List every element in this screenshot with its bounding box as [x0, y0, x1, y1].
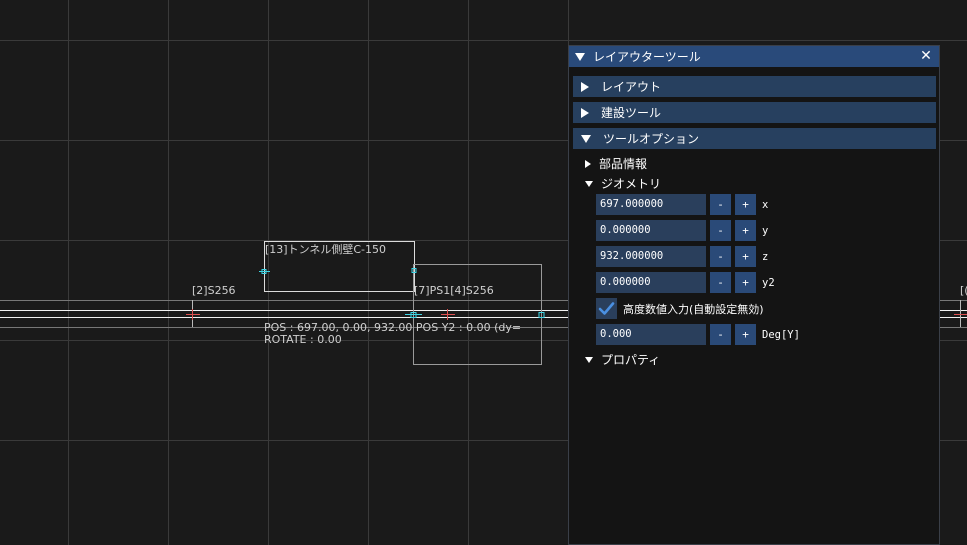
- track-label-mid: [7]PS1[4]S256: [414, 284, 494, 297]
- y2-axis-label: y2: [762, 276, 775, 289]
- y2-increment-button[interactable]: +: [735, 272, 756, 293]
- section-build-tools[interactable]: 建設ツール: [573, 102, 936, 123]
- rotation-axis-label: Deg[Y]: [762, 328, 800, 341]
- track-label-right: [(: [960, 284, 967, 297]
- rotate-readout: ROTATE : 0.00: [264, 333, 342, 346]
- z-decrement-button[interactable]: -: [710, 246, 731, 267]
- y2-decrement-button[interactable]: -: [710, 272, 731, 293]
- expand-triangle-icon: [581, 81, 589, 92]
- expand-triangle-icon: [585, 159, 591, 168]
- geometry-rotation-row: 0.000 - + Deg[Y]: [596, 324, 800, 345]
- section-build-tools-label: 建設ツール: [601, 106, 662, 120]
- y2-input[interactable]: 0.000000: [596, 272, 706, 293]
- rotation-increment-button[interactable]: +: [735, 324, 756, 345]
- tunnel-wall-label: [13]トンネル側壁C-150: [265, 243, 387, 256]
- layouter-tool-panel: レイアウターツール ✕ レイアウト 建設ツール ツールオプション 部品情報 ジオ…: [568, 45, 940, 545]
- panel-title: レイアウターツール: [593, 50, 701, 64]
- x-input[interactable]: 697.000000: [596, 194, 706, 215]
- tree-properties-label: プロパティ: [601, 353, 661, 367]
- geometry-y2-row: 0.000000 - + y2: [596, 272, 775, 293]
- tree-parts-info[interactable]: 部品情報: [585, 155, 647, 172]
- track-label-left: [2]S256: [192, 284, 236, 297]
- y-input[interactable]: 0.000000: [596, 220, 706, 241]
- section-layout-label: レイアウト: [601, 80, 662, 94]
- geometry-z-row: 932.000000 - + z: [596, 246, 768, 267]
- x-decrement-button[interactable]: -: [710, 194, 731, 215]
- tree-geometry-label: ジオメトリ: [601, 177, 662, 191]
- height-input-checkbox-row[interactable]: 高度数値入力(自動設定無効): [596, 298, 764, 319]
- tree-geometry[interactable]: ジオメトリ: [585, 175, 661, 192]
- tree-properties[interactable]: プロパティ: [585, 351, 660, 368]
- geometry-x-row: 697.000000 - + x: [596, 194, 768, 215]
- collapse-triangle-icon: [581, 134, 591, 143]
- x-axis-label: x: [762, 198, 769, 211]
- rotation-input[interactable]: 0.000: [596, 324, 706, 345]
- selection-box: [413, 264, 542, 365]
- y-axis-label: y: [762, 224, 769, 237]
- height-input-label: 高度数値入力(自動設定無効): [623, 302, 764, 316]
- section-layout[interactable]: レイアウト: [573, 76, 936, 97]
- rotation-decrement-button[interactable]: -: [710, 324, 731, 345]
- section-tool-options-label: ツールオプション: [603, 132, 700, 146]
- collapse-triangle-icon: [585, 180, 593, 187]
- geometry-y-row: 0.000000 - + y: [596, 220, 768, 241]
- panel-title-bar[interactable]: レイアウターツール ✕: [569, 46, 939, 67]
- tree-parts-info-label: 部品情報: [599, 157, 648, 171]
- close-icon[interactable]: ✕: [918, 48, 934, 64]
- collapse-triangle-icon[interactable]: [575, 52, 585, 61]
- expand-triangle-icon: [581, 107, 589, 118]
- height-input-checkbox[interactable]: [596, 298, 617, 319]
- checkmark-icon: [598, 302, 615, 315]
- z-increment-button[interactable]: +: [735, 246, 756, 267]
- y-increment-button[interactable]: +: [735, 220, 756, 241]
- y-decrement-button[interactable]: -: [710, 220, 731, 241]
- z-input[interactable]: 932.000000: [596, 246, 706, 267]
- z-axis-label: z: [762, 250, 769, 263]
- section-tool-options[interactable]: ツールオプション: [573, 128, 936, 149]
- x-increment-button[interactable]: +: [735, 194, 756, 215]
- collapse-triangle-icon: [585, 356, 593, 363]
